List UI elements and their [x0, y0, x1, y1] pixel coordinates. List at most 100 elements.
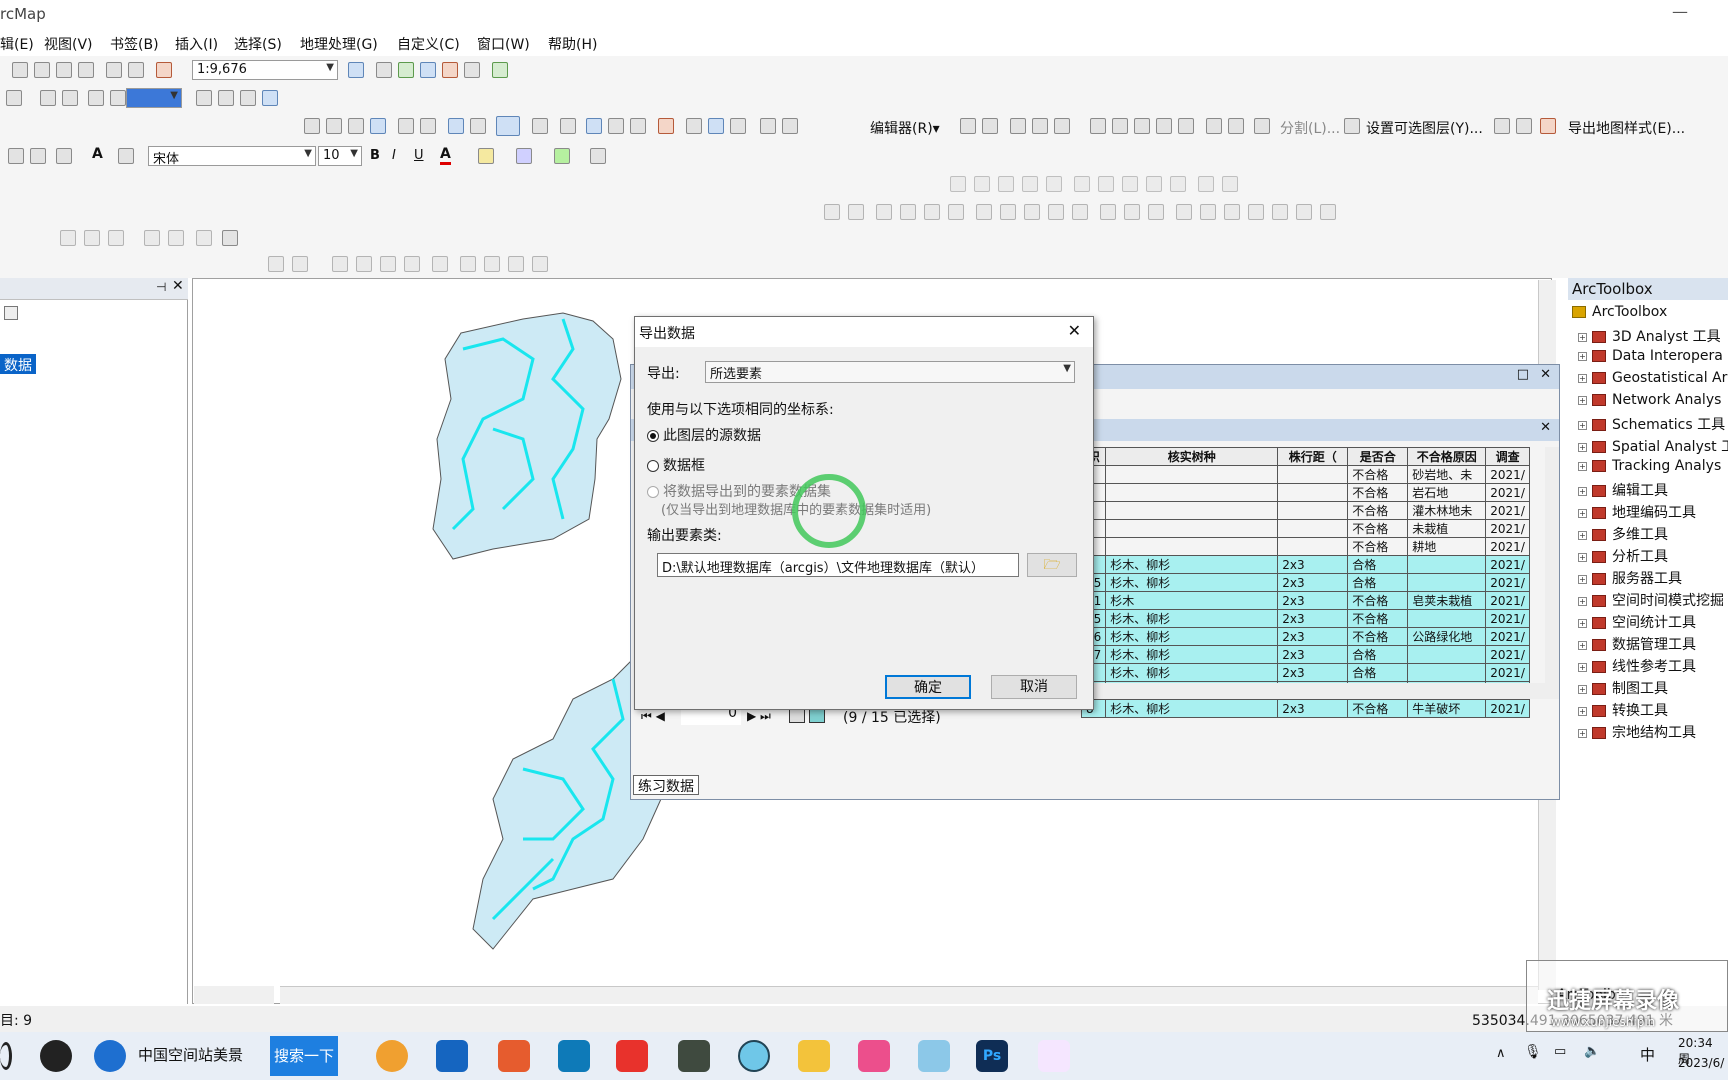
scale-combo[interactable]: 1:9,676 ▼	[192, 60, 338, 80]
georef-snap-icon[interactable]	[196, 230, 212, 246]
toolbox-item[interactable]: + 空间统计工具	[1578, 612, 1696, 632]
toolbox-item[interactable]: + 线性参考工具	[1578, 656, 1696, 676]
bring-front-icon[interactable]	[924, 204, 940, 220]
table-row[interactable]: 4杉木、柳杉2x3合格2021/	[1080, 555, 1530, 574]
table-row[interactable]: 25杉木、柳杉2x3合格2021/	[1080, 573, 1530, 592]
expand-icon[interactable]: +	[1578, 395, 1587, 405]
expand-icon[interactable]: +	[1578, 351, 1587, 361]
create-features-icon[interactable]	[1254, 118, 1270, 134]
set-selectable-layers[interactable]: 设置可选图层(Y)...	[1366, 118, 1483, 138]
file-explorer-icon[interactable]	[798, 1040, 830, 1072]
photoshop-icon[interactable]: Ps	[976, 1040, 1008, 1072]
rotate-draw-icon[interactable]	[8, 148, 24, 164]
table-row[interactable]: 8杉木、柳杉2x3不合格牛羊破坏2021/	[1080, 699, 1530, 718]
toolbox-item[interactable]: + Spatial Analyst 工	[1578, 436, 1728, 456]
georef-undo-icon[interactable]	[222, 230, 238, 246]
expand-icon[interactable]: +	[1578, 530, 1587, 540]
zoom-in-icon[interactable]	[304, 118, 320, 134]
menu-customize[interactable]: 自定义(C)	[397, 34, 460, 54]
menu-view[interactable]: 视图(V)	[44, 34, 93, 54]
menu-windows[interactable]: 窗口(W)	[477, 34, 530, 54]
menu-edit[interactable]: 辑(E)	[0, 34, 34, 54]
topology-fix-icon[interactable]	[1074, 176, 1090, 192]
notes-app-icon[interactable]	[918, 1040, 950, 1072]
minimize-icon[interactable]: —	[1672, 2, 1688, 21]
ime-indicator[interactable]: 中	[1640, 1044, 1655, 1065]
send-back-icon[interactable]	[948, 204, 964, 220]
georef-trim-icon[interactable]	[168, 230, 184, 246]
hammer-draw-icon[interactable]	[590, 148, 606, 164]
expand-icon[interactable]: +	[1578, 640, 1587, 650]
toolbox-item[interactable]: + 制图工具	[1578, 678, 1668, 698]
fixed-zoom-out-icon[interactable]	[420, 118, 436, 134]
expand-icon[interactable]: +	[1578, 373, 1587, 383]
tray-chevron-icon[interactable]: ∧	[1496, 1046, 1506, 1061]
flip-h-icon[interactable]	[1224, 204, 1240, 220]
model-builder-icon[interactable]	[492, 62, 508, 78]
parcel-adjust-icon[interactable]	[460, 256, 476, 272]
bold-button[interactable]: B	[370, 148, 380, 163]
expand-icon[interactable]: +	[1578, 706, 1587, 716]
edit-vertices-draw-icon[interactable]	[118, 148, 134, 164]
radio-data-frame[interactable]: 数据框	[647, 455, 705, 475]
parcel-merge-icon[interactable]	[380, 256, 396, 272]
time-slider-icon[interactable]	[760, 118, 776, 134]
select-elements-icon[interactable]	[560, 118, 576, 134]
col-header[interactable]: 核实树种	[1105, 447, 1279, 466]
font-size-combo[interactable]: 10 ▼	[318, 146, 362, 166]
topology-edit-icon[interactable]	[974, 176, 990, 192]
cube-app-icon[interactable]	[498, 1040, 530, 1072]
zoom-to-selected-icon[interactable]	[30, 148, 46, 164]
export-map-style[interactable]: 导出地图样式(E)...	[1568, 118, 1685, 138]
expand-icon[interactable]: +	[1578, 420, 1587, 430]
fixed-zoom-in-icon[interactable]	[398, 118, 414, 134]
layout-icon[interactable]	[6, 90, 22, 106]
browse-button[interactable]: 🗁	[1027, 553, 1077, 577]
make-same-height-icon[interactable]	[1148, 204, 1164, 220]
toggle-draft-icon[interactable]	[196, 90, 212, 106]
toolbox-item[interactable]: + Data Interopera	[1578, 348, 1723, 364]
expand-icon[interactable]: +	[1578, 552, 1587, 562]
export-combo[interactable]: 所选要素 ▼	[705, 361, 1075, 383]
clock-date[interactable]: 2023/6/	[1678, 1056, 1724, 1070]
fill-color-icon[interactable]	[478, 148, 494, 164]
clear-selection-icon[interactable]	[532, 118, 548, 134]
ungroup-icon[interactable]	[900, 204, 916, 220]
flip-v-icon[interactable]	[1248, 204, 1264, 220]
end-point-arc-icon[interactable]	[1032, 118, 1048, 134]
marker-color-icon[interactable]	[554, 148, 570, 164]
underline-button[interactable]: U	[414, 148, 424, 163]
table-vertical-scrollbar[interactable]	[1545, 447, 1559, 697]
close-icon[interactable]: ✕	[172, 278, 184, 294]
record-navigation-next[interactable]: ▶ ⏭	[747, 709, 771, 724]
topology-line-icon[interactable]	[998, 176, 1014, 192]
col-header[interactable]: 调查	[1485, 447, 1530, 466]
layout-zoom-combo[interactable]: ▼	[126, 88, 182, 108]
pan-layout-icon[interactable]	[88, 90, 104, 106]
attributes-icon[interactable]	[1206, 118, 1222, 134]
toolbox-root[interactable]: ArcToolbox	[1572, 304, 1667, 320]
toolbox-item[interactable]: + Tracking Analys	[1578, 458, 1721, 474]
expand-icon[interactable]: +	[1578, 574, 1587, 584]
expand-icon[interactable]: +	[1578, 684, 1587, 694]
topology-target-icon[interactable]	[1198, 176, 1214, 192]
group-icon[interactable]	[876, 204, 892, 220]
cut-polygons-icon[interactable]	[1134, 118, 1150, 134]
python-window-icon[interactable]	[464, 62, 480, 78]
pinwheel-app-icon[interactable]	[40, 1040, 72, 1072]
expand-icon[interactable]: +	[1578, 596, 1587, 606]
toolbox-item[interactable]: + 宗地结构工具	[1578, 722, 1696, 742]
forward-arrow-icon[interactable]	[470, 118, 486, 134]
toolbox-item[interactable]: + 空间时间模式挖掘	[1578, 590, 1724, 610]
editor-menu[interactable]: 编辑器(R)▾	[870, 118, 940, 138]
undo-icon[interactable]	[106, 62, 122, 78]
font-color-icon[interactable]: A	[440, 146, 451, 165]
align-left-icon[interactable]	[824, 204, 840, 220]
toolbox-item[interactable]: + 服务器工具	[1578, 568, 1682, 588]
parcel-fabric-icon[interactable]	[432, 256, 448, 272]
radio-source-data[interactable]: 此图层的源数据	[647, 425, 761, 445]
georef-line-icon[interactable]	[60, 230, 76, 246]
go-to-xy-icon[interactable]	[730, 118, 746, 134]
zoom-out-icon[interactable]	[326, 118, 342, 134]
parcel-table-icon[interactable]	[532, 256, 548, 272]
